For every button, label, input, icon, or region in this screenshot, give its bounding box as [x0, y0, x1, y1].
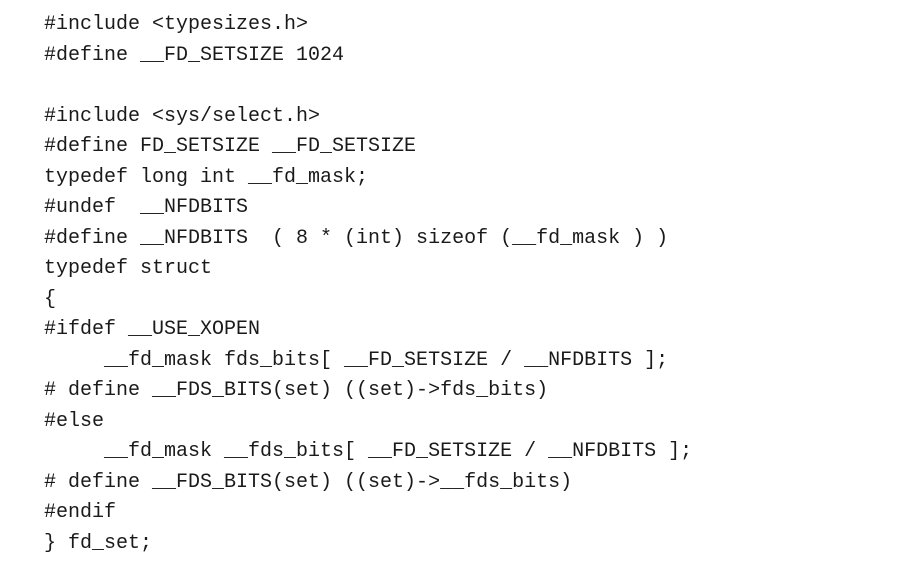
code-line: #ifdef __USE_XOPEN [44, 318, 261, 341]
code-line: } fd_set; [44, 531, 153, 555]
code-line: #define FD_SETSIZE __FD_SETSIZE [44, 135, 417, 158]
code-line: __fd_mask __fds_bits[ __FD_SETSIZE / __N… [44, 440, 693, 463]
code-listing: #include <typesizes.h> #define __FD_SETSI… [44, 10, 692, 559]
code-line: #define __FD_SETSIZE 1024 [44, 43, 345, 67]
code-line: typedef long int __fd_mask; [44, 165, 369, 189]
code-line: __fd_mask fds_bits[ __FD_SETSIZE / __NFD… [44, 348, 669, 372]
code-line: typedef struct [44, 257, 213, 280]
code-line: #include <typesizes.h> [44, 13, 309, 36]
code-line: #endif [44, 501, 117, 524]
code-line: #define __NFDBITS ( 8 * (int) sizeof (__… [44, 226, 669, 250]
code-line: #else [44, 409, 105, 433]
code-line: # define __FDS_BITS(set) ((set)->__fds_b… [44, 470, 573, 494]
code-line: #include <sys/select.h> [44, 104, 321, 128]
code-line: # define __FDS_BITS(set) ((set)->fds_bit… [44, 379, 549, 402]
code-line: #undef __NFDBITS [44, 196, 249, 219]
code-line: { [44, 287, 57, 311]
